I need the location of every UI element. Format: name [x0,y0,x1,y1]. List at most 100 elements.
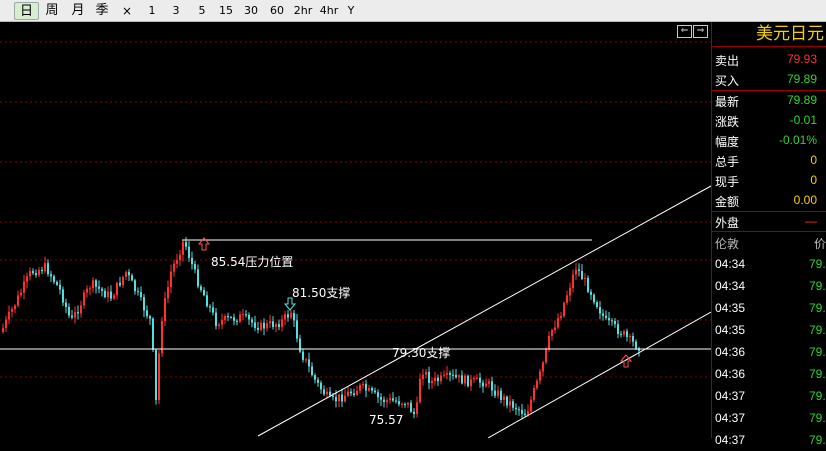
candle-body [632,336,634,342]
period-toolbar: 日 周 月 季 × 1 3 5 15 30 60 2hr 4hr Y [0,0,826,22]
period-1min-button[interactable]: 1 [146,2,158,20]
tick-price: 79. [809,367,826,381]
period-year-button[interactable]: Y [345,2,357,20]
candle-body [470,379,472,387]
candle-body [464,375,466,384]
change-value: -0.01 [789,113,817,127]
period-15min-button[interactable]: 15 [217,2,235,20]
period-60min-button[interactable]: 60 [268,2,286,20]
scroll-left-icon[interactable]: ⇐ [677,25,692,38]
candlestick-chart[interactable]: 85.54压力位置 81.50支撑 79.30支撑 75.57 [0,22,711,438]
candle-body [530,399,532,412]
candle-body [425,371,427,375]
tick-row: 04:36 79. [712,341,826,363]
channel-lower-line [487,311,711,438]
candle-body [41,269,43,272]
candle-body [38,269,40,276]
candle-body [299,338,301,352]
candle-body [635,341,637,349]
candle-body [98,286,100,289]
candle-body [380,397,382,400]
candle-body [74,312,76,318]
candle-body [92,280,94,289]
candle-body [575,269,577,275]
candle-body [263,322,265,329]
candle-body [308,359,310,367]
period-week-button[interactable]: 周 [44,2,60,20]
candle-body [521,409,523,414]
candle-body [113,295,115,299]
candle-body [560,316,562,319]
candle-body [218,324,220,327]
period-2hr-button[interactable]: 2hr [292,2,314,20]
candle-body [296,320,298,339]
candle-body [584,277,586,280]
tick-price: 79. [809,433,826,447]
candle-body [344,395,346,402]
candle-body [587,277,589,292]
symbol-title: 美元日元 [712,22,826,47]
period-season-button[interactable]: 季 [94,2,110,20]
candle-body [317,379,319,383]
amount-value: 0.00 [793,193,817,207]
candle-body [128,271,130,276]
candle-body [203,290,205,296]
candle-body [596,302,598,307]
candle-body [461,375,463,384]
candle-body [356,390,358,395]
candle-body [428,371,430,384]
candle-body [446,373,448,375]
candle-body [290,313,292,318]
candle-body [614,321,616,325]
candle-body [458,375,460,378]
channel-upper-line [257,185,711,437]
candle-body [191,257,193,265]
candle-body [407,402,409,405]
candle-body [332,395,334,397]
candle-body [374,390,376,393]
candle-body [134,280,136,292]
low-price-annotation: 75.57 [369,413,404,427]
period-day-button[interactable]: 日 [14,2,39,20]
tick-price: 79. [809,345,826,359]
candle-body [29,270,31,277]
candle-body [524,413,526,416]
candle-body [515,407,517,410]
scroll-right-icon[interactable]: ⇒ [693,25,708,38]
candle-body [491,381,493,391]
candle-body [62,289,64,303]
tick-price: 79. [809,411,826,425]
candles [2,236,640,420]
candle-body [188,246,190,258]
candle-body [266,323,268,329]
ticks-header-price: 价 [814,237,826,251]
period-4hr-button[interactable]: 4hr [318,2,340,20]
candle-body [269,321,271,324]
candle-body [365,383,367,391]
candle-body [503,396,505,400]
candle-body [245,314,247,316]
candle-body [278,324,280,328]
tick-row: 04:37 79. [712,385,826,407]
outer-label: 外盘 [715,216,740,230]
chart-nav-buttons: ⇐ ⇒ [677,25,710,40]
candle-body [611,320,613,322]
candle-body [509,401,511,406]
candle-body [620,334,622,336]
candle-body [626,331,628,337]
tick-price: 79. [809,257,826,271]
period-5min-button[interactable]: 5 [196,2,208,20]
candle-body [65,302,67,307]
latest-value: 79.89 [786,93,817,107]
candle-body [422,374,424,380]
candle-body [140,292,142,298]
candle-body [623,331,625,335]
candle-body [8,311,10,320]
candle-body [95,280,97,287]
period-month-button[interactable]: 月 [70,2,86,20]
tick-time: 04:37 [715,433,746,447]
period-3min-button[interactable]: 3 [170,2,182,20]
candle-body [110,291,112,299]
close-button[interactable]: × [120,2,134,20]
period-30min-button[interactable]: 30 [242,2,260,20]
